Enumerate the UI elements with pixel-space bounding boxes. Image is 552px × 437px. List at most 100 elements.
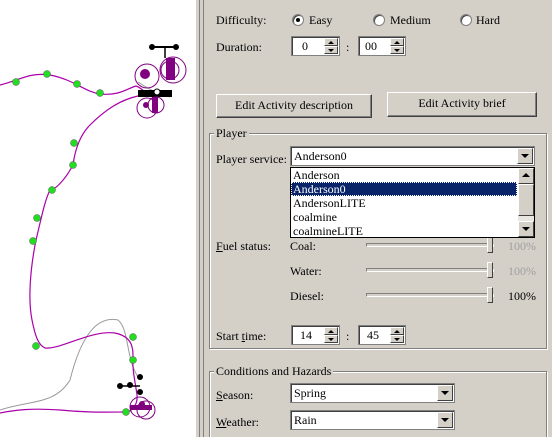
duration-minutes-value[interactable]: 00 [365, 39, 377, 54]
start-hours-value[interactable]: 14 [300, 328, 312, 343]
coal-slider-track[interactable] [366, 243, 494, 247]
season-dropdown[interactable]: Spring [290, 383, 455, 403]
duration-minutes-stepper[interactable]: 00 [358, 36, 406, 56]
water-percent: 100% [508, 264, 536, 278]
water-slider-track[interactable] [366, 268, 494, 272]
waypoint-marker-icon [48, 186, 56, 194]
waypoint-marker-icon [12, 78, 20, 86]
signal-cluster-icon [139, 401, 145, 407]
start-hours-spin[interactable] [324, 327, 338, 343]
activity-editor-panel: Difficulty: Easy Medium Hard Duration: 0… [204, 0, 552, 437]
scroll-up-icon[interactable] [518, 168, 534, 184]
waypoint-marker-icon [70, 139, 78, 147]
pane-splitter[interactable] [195, 0, 204, 437]
fuel-diesel-label: Diesel: [290, 289, 324, 303]
difficulty-label: Difficulty: [216, 13, 267, 27]
water-slider-thumb[interactable] [487, 262, 493, 278]
fuel-coal-label: Coal: [290, 239, 316, 253]
player-service-dropdown[interactable]: Anderson0 [290, 146, 535, 166]
duration-separator: : [346, 40, 350, 54]
waypoint-marker-icon [73, 80, 81, 88]
coal-slider-thumb[interactable] [487, 237, 493, 253]
waypoint-marker-icon [29, 237, 37, 245]
coal-percent: 100% [508, 239, 536, 253]
start-time-label-rest: ime: [245, 329, 267, 343]
player-service-value[interactable]: Anderson0 [294, 149, 347, 164]
start-time-separator: : [346, 329, 350, 343]
station-node-icon [137, 374, 143, 380]
diesel-slider-track[interactable] [366, 293, 494, 297]
season-label: Season: [216, 388, 254, 402]
player-service-list[interactable]: Anderson Anderson0 AndersonLITE coalmine… [290, 167, 535, 238]
signal-cluster-icon [140, 69, 150, 79]
secondary-track-line [0, 318, 141, 411]
start-minutes-value[interactable]: 45 [367, 328, 379, 343]
scroll-thumb[interactable] [518, 184, 534, 216]
duration-hours-stepper[interactable]: 0 [291, 36, 340, 56]
list-item[interactable]: coalmineLITE [291, 224, 517, 238]
list-item-selected[interactable]: Anderson0 [291, 182, 517, 196]
edit-activity-brief-label: Edit Activity brief [418, 96, 506, 110]
edit-activity-description-button[interactable]: Edit Activity description [216, 94, 372, 118]
list-item[interactable]: Anderson [291, 168, 517, 182]
station-node-icon [127, 382, 133, 388]
chevron-down-icon[interactable] [437, 385, 453, 401]
start-minutes-spin[interactable] [390, 327, 404, 343]
waypoint-marker-icon [122, 408, 130, 416]
difficulty-hard-label[interactable]: Hard [476, 13, 500, 28]
spin-down-icon[interactable] [324, 335, 338, 343]
route-map-canvas[interactable] [0, 0, 195, 437]
diesel-percent: 100% [508, 289, 536, 303]
scroll-down-icon[interactable] [518, 221, 534, 237]
spin-down-icon[interactable] [390, 335, 404, 343]
waypoint-marker-icon [69, 161, 77, 169]
season-label-rest: eason: [222, 388, 254, 402]
edit-activity-brief-button[interactable]: Edit Activity brief [387, 92, 537, 117]
waypoint-marker-icon [32, 342, 40, 350]
difficulty-easy-radio[interactable] [292, 14, 304, 26]
station-node-icon [173, 44, 179, 50]
waypoint-marker-icon [96, 89, 104, 97]
station-cluster-top[interactable] [134, 44, 187, 119]
waypoint-marker-icon [129, 356, 137, 364]
start-hours-stepper[interactable]: 14 [291, 325, 340, 345]
weather-label: Weather: [216, 415, 260, 429]
player-service-label: Player service: [216, 152, 287, 166]
spin-down-icon[interactable] [390, 46, 404, 54]
waypoint-marker-icon [129, 333, 137, 341]
duration-label: Duration: [216, 40, 262, 54]
chevron-down-icon[interactable] [437, 412, 453, 428]
spin-up-icon[interactable] [324, 38, 338, 46]
duration-hours-value[interactable]: 0 [302, 39, 308, 54]
difficulty-medium-radio[interactable] [373, 14, 385, 26]
spin-up-icon[interactable] [390, 327, 404, 335]
start-time-label: Start time: [216, 329, 267, 343]
difficulty-hard-radio[interactable] [460, 14, 472, 26]
season-value[interactable]: Spring [294, 386, 326, 401]
spin-down-icon[interactable] [324, 46, 338, 54]
spin-up-icon[interactable] [324, 327, 338, 335]
route-map[interactable] [0, 0, 195, 437]
conditions-group-title: Conditions and Hazards [214, 364, 334, 379]
player-group-title: Player [214, 126, 249, 141]
spin-up-icon[interactable] [390, 38, 404, 46]
diesel-slider-thumb[interactable] [487, 287, 493, 303]
duration-minutes-spin[interactable] [390, 38, 404, 54]
fuel-water-label: Water: [290, 264, 322, 278]
station-node-icon [137, 389, 143, 395]
chevron-down-icon[interactable] [517, 148, 533, 164]
weather-value[interactable]: Rain [294, 413, 317, 428]
waypoint-marker-icon [33, 214, 41, 222]
station-node-icon [149, 44, 155, 50]
difficulty-medium-label[interactable]: Medium [390, 13, 431, 28]
weather-label-rest: eather: [226, 415, 260, 429]
weather-dropdown[interactable]: Rain [290, 410, 455, 430]
list-item[interactable]: AndersonLITE [291, 196, 517, 210]
waypoint-marker-icon [43, 70, 51, 78]
edit-activity-description-label: Edit Activity description [235, 98, 353, 112]
difficulty-easy-label[interactable]: Easy [309, 13, 332, 28]
duration-hours-spin[interactable] [324, 38, 338, 54]
list-scrollbar[interactable] [518, 168, 534, 237]
start-minutes-stepper[interactable]: 45 [358, 325, 406, 345]
list-item[interactable]: coalmine [291, 210, 517, 224]
